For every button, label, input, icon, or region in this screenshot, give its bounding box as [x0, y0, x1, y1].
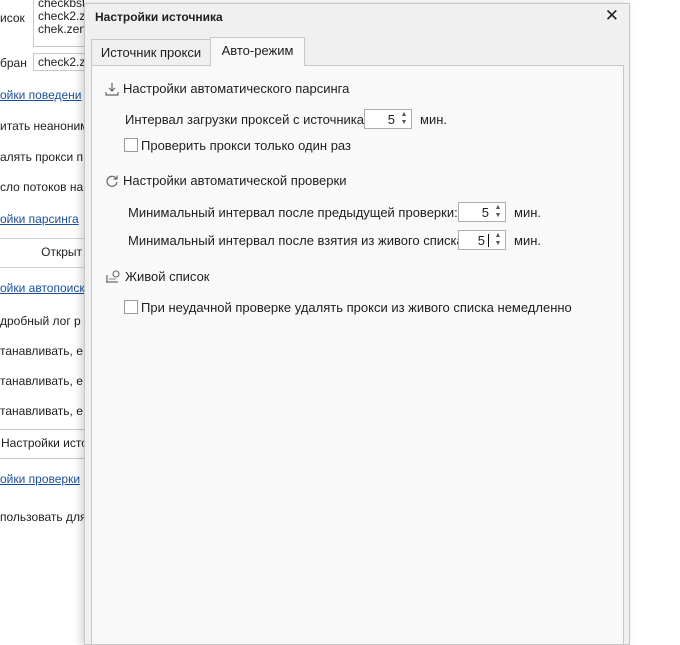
option-text: алять прокси п [0, 150, 84, 164]
spinner-arrows-icon[interactable]: ▲ ▼ [493, 204, 503, 220]
min-after-take-label: Минимальный интервал после взятия из жив… [128, 233, 468, 248]
source-settings-button[interactable]: Настройки исто [0, 429, 84, 459]
tab-proxy-source[interactable]: Источник прокси [91, 39, 211, 65]
auto-parsing-heading-text: Настройки автоматического парсинга [123, 81, 350, 96]
option-text: пользовать для [0, 510, 84, 524]
behavior-settings-link[interactable]: ойки поведени [0, 88, 82, 102]
load-interval-spinner[interactable]: 5 ▲ ▼ [364, 109, 412, 129]
check-once-label[interactable]: Проверить прокси только один раз [141, 138, 351, 153]
option-text: сло потоков на [0, 180, 84, 194]
selected-value[interactable]: check2.z [33, 53, 84, 71]
option-text: танавливать, е [0, 344, 83, 358]
source-list[interactable]: checkbst.zennolab.com/proxy.php check2.z… [33, 0, 84, 47]
min-after-prev-spinner[interactable]: 5 ▲ ▼ [458, 202, 506, 222]
dialog-title: Настройки источника [95, 10, 223, 24]
autosearch-settings-link[interactable]: ойки автопоиск [0, 281, 84, 295]
option-text: танавливать, е [0, 404, 83, 418]
background-window: исок checkbst.zennolab.com/proxy.php che… [0, 0, 84, 626]
check-once-checkbox[interactable] [124, 138, 138, 152]
option-text: дробный лог р [0, 314, 81, 328]
tab-auto-mode[interactable]: Авто-режим [210, 37, 305, 66]
open-button[interactable]: Открыт [0, 238, 84, 268]
option-text: танавливать, е [0, 374, 83, 388]
parsing-settings-link[interactable]: ойки парсинга [0, 212, 79, 226]
live-list-heading-text: Живой список [125, 269, 210, 284]
remove-on-fail-label[interactable]: При неудачной проверке удалять прокси из… [141, 300, 572, 315]
title-bar: Настройки источника ✕ [85, 4, 629, 31]
min-after-take-value: 5 [477, 233, 485, 248]
option-text: итать неаноним [0, 119, 84, 133]
text-cursor [488, 234, 489, 247]
load-interval-value: 5 [387, 112, 395, 127]
auto-parsing-heading: Настройки автоматического парсинга [105, 81, 349, 99]
live-list-icon [105, 270, 121, 287]
selected-label: бран [0, 56, 27, 70]
source-settings-label: Настройки исто [1, 436, 84, 450]
auto-check-heading: Настройки автоматической проверки [105, 173, 346, 191]
load-interval-label: Интервал загрузки проксей с источника: [125, 112, 368, 127]
auto-mode-panel: Настройки автоматического парсинга Интер… [91, 65, 624, 645]
remove-on-fail-checkbox[interactable] [124, 300, 138, 314]
spinner-arrows-icon[interactable]: ▲ ▼ [399, 111, 409, 127]
live-list-heading: Живой список [105, 269, 210, 287]
auto-check-heading-text: Настройки автоматической проверки [123, 173, 347, 188]
spinner-arrows-icon[interactable]: ▲ ▼ [493, 232, 503, 248]
min-after-take-spinner[interactable]: 5 ▲ ▼ [458, 230, 506, 250]
refresh-icon [105, 174, 119, 191]
source-settings-dialog: Настройки источника ✕ Источник прокси Ав… [84, 3, 630, 645]
min-after-prev-label: Минимальный интервал после предыдущей пр… [128, 205, 458, 220]
close-icon[interactable]: ✕ [605, 7, 619, 25]
min-after-prev-unit: мин. [514, 205, 541, 220]
list-line: chek.zen [38, 22, 84, 36]
check-settings-link[interactable]: ойки проверки [0, 472, 80, 486]
min-after-take-unit: мин. [514, 233, 541, 248]
list-label: исок [0, 11, 25, 25]
download-icon [105, 82, 119, 99]
load-interval-unit: мин. [420, 112, 447, 127]
open-button-label: Открыт [41, 245, 82, 259]
min-after-prev-value: 5 [481, 205, 489, 220]
